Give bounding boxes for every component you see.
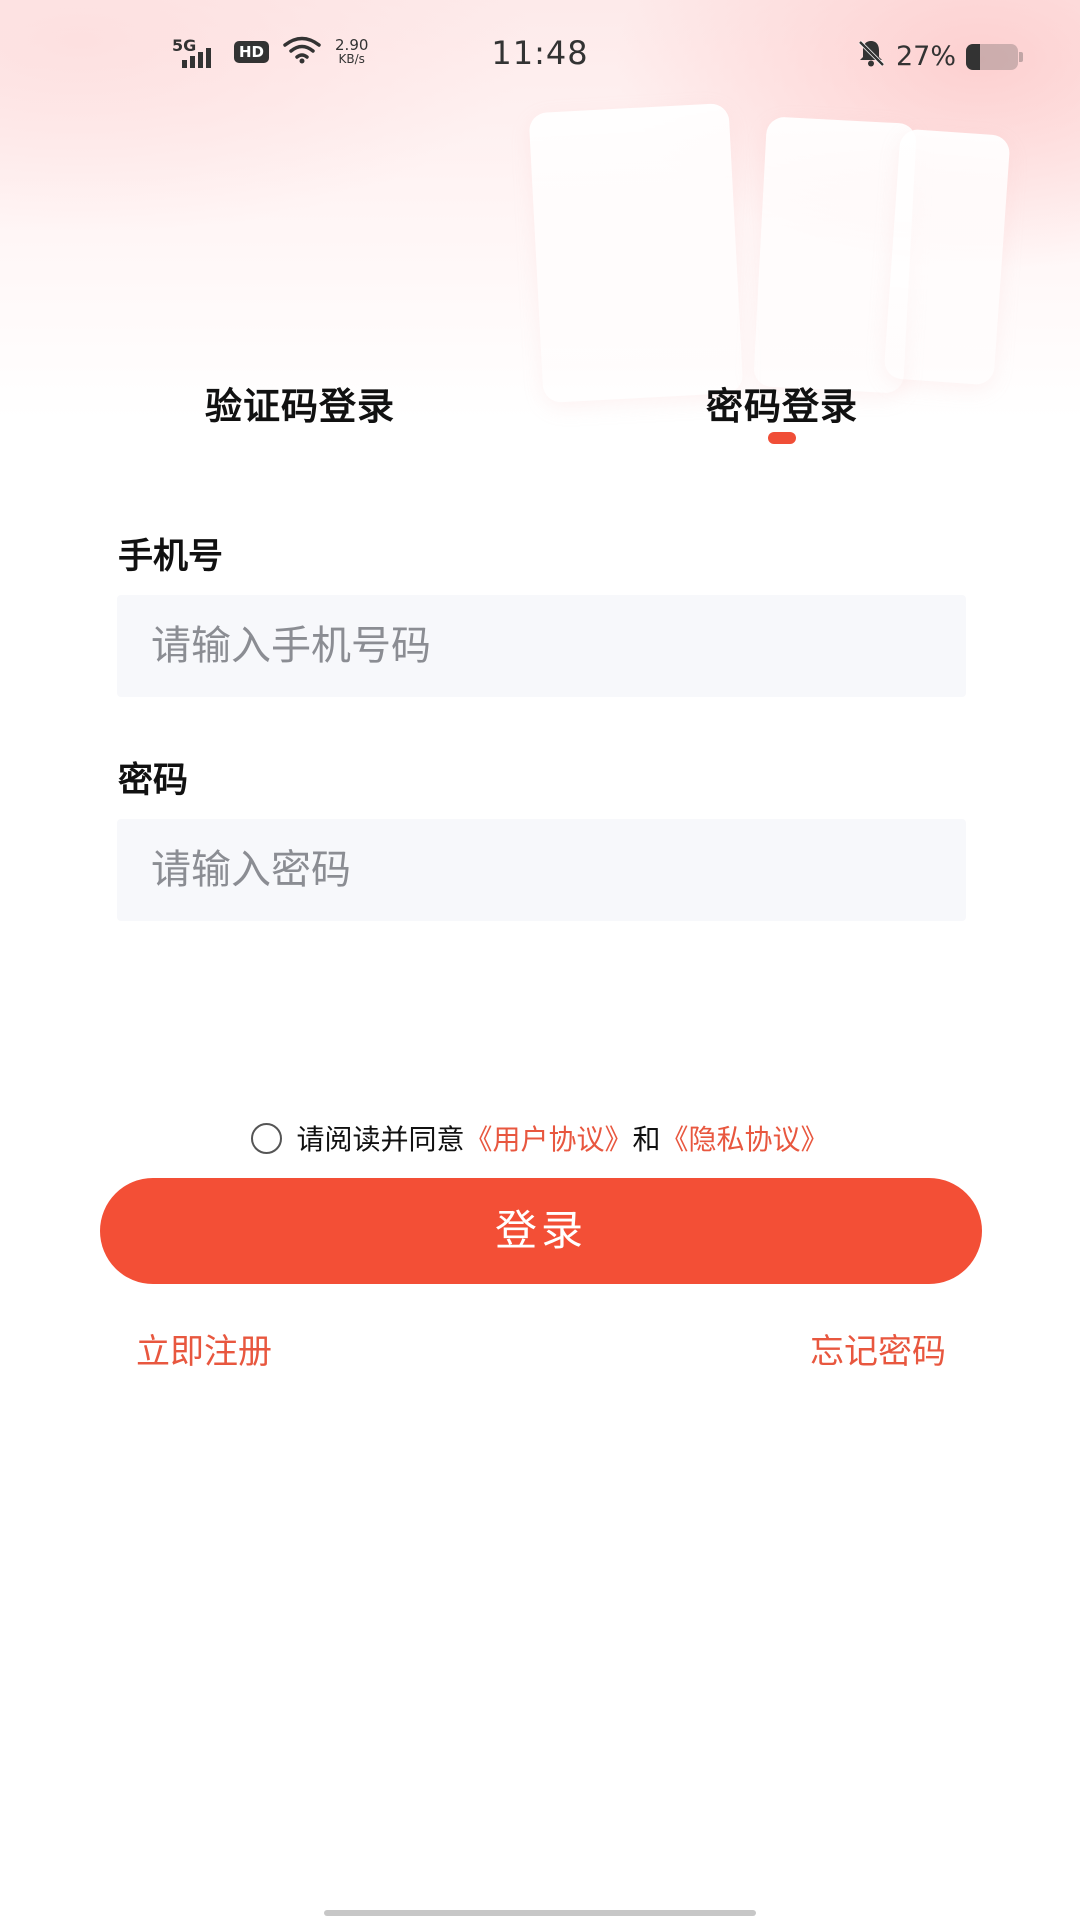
login-button[interactable]: 登录 xyxy=(100,1178,982,1284)
tab-password-login[interactable]: 密码登录 xyxy=(632,376,932,428)
decorative-card xyxy=(883,128,1011,386)
battery-fill xyxy=(966,43,981,70)
status-bar: 5G HD 2.90 KB/s 11:48 27% xyxy=(0,0,1080,110)
password-field[interactable] xyxy=(117,819,966,921)
phone-input[interactable] xyxy=(151,595,966,697)
forgot-password-link[interactable]: 忘记密码 xyxy=(810,1324,946,1373)
user-agreement-link[interactable]: 《用户协议》 xyxy=(464,1118,632,1158)
agreement-prefix: 请阅读并同意 xyxy=(296,1123,465,1156)
decorative-card xyxy=(528,102,744,404)
tab-sms-login[interactable]: 验证码登录 xyxy=(150,376,450,428)
agreement-radio[interactable] xyxy=(251,1122,283,1154)
home-indicator[interactable] xyxy=(324,1910,756,1916)
battery-icon xyxy=(966,43,1023,70)
agreement-and: 和 xyxy=(632,1123,661,1156)
active-tab-indicator xyxy=(768,432,796,444)
password-input[interactable] xyxy=(151,819,966,921)
phone-label: 手机号 xyxy=(118,537,224,577)
phone-field[interactable] xyxy=(117,595,966,697)
status-right: 27% xyxy=(856,38,1023,75)
password-label: 密码 xyxy=(118,761,189,801)
privacy-policy-link[interactable]: 《隐私协议》 xyxy=(661,1118,829,1158)
register-link[interactable]: 立即注册 xyxy=(136,1324,272,1373)
mute-bell-icon xyxy=(856,38,886,75)
battery-percent: 27% xyxy=(895,41,956,72)
agreement-row: 请阅读并同意 《用户协议》 和 《隐私协议》 xyxy=(0,1118,1080,1158)
